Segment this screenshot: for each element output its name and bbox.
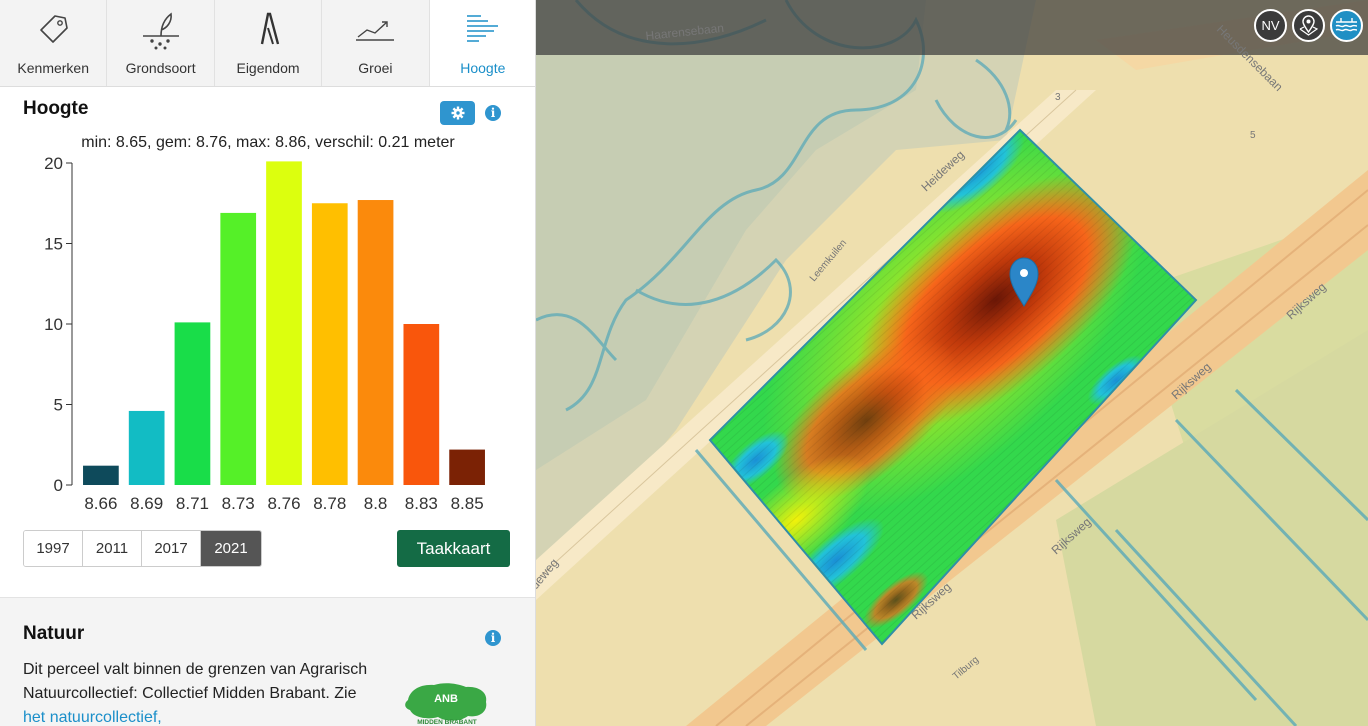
section-title-hoogte: Hoogte: [23, 98, 89, 119]
histogram-bar[interactable]: [83, 465, 119, 485]
map-canvas: Haarensebaan Heusdensebaan Heideweg Leem…: [536, 0, 1368, 726]
tab-label: Kenmerken: [17, 60, 89, 76]
elevation-icon: [466, 15, 498, 42]
histogram-bar[interactable]: [311, 203, 348, 485]
anb-logo: ANB MIDDEN BRABANT: [405, 683, 487, 726]
x-tick-label: 8.83: [405, 494, 438, 513]
tab-groei[interactable]: Groei: [322, 0, 430, 86]
histogram-bar[interactable]: [357, 200, 394, 485]
year-selector: 1997 2011 2017 2021: [23, 530, 262, 567]
y-tick-label: 0: [54, 476, 63, 495]
map-view[interactable]: Haarensebaan Heusdensebaan Heideweg Leem…: [536, 0, 1368, 726]
water-layer-icon: [1335, 18, 1358, 32]
histogram-bar[interactable]: [266, 161, 302, 485]
x-tick-label: 8.69: [130, 494, 163, 513]
natuur-text: Dit perceel valt binnen de grenzen van A…: [23, 661, 368, 702]
natuurcollectief-link[interactable]: het natuurcollectief,: [23, 709, 162, 726]
tab-grondsoort[interactable]: Grondsoort: [107, 0, 215, 86]
x-tick-label: 8.76: [267, 494, 300, 513]
ownership-icon: [260, 12, 280, 45]
tab-label: Eigendom: [236, 60, 300, 76]
growth-chart-icon: [356, 21, 395, 41]
x-tick-label: 8.85: [451, 494, 484, 513]
tab-eigendom[interactable]: Eigendom: [215, 0, 323, 86]
gear-icon: [451, 106, 464, 120]
tab-hoogte[interactable]: Hoogte: [429, 0, 535, 86]
tag-icon: [40, 15, 69, 43]
y-tick-label: 15: [44, 235, 63, 254]
histogram-bar[interactable]: [403, 324, 440, 485]
anb-logo-text: ANB: [434, 693, 458, 705]
year-button-1997[interactable]: 1997: [24, 531, 83, 566]
height-stats: min: 8.65, gem: 8.76, max: 8.86, verschi…: [81, 134, 455, 151]
x-tick-label: 8.78: [313, 494, 346, 513]
y-tick-label: 5: [54, 396, 63, 415]
house-number: 5: [1250, 130, 1256, 141]
histogram-bar[interactable]: [174, 322, 211, 485]
height-histogram: 0 5 10 15 20 8.66 8.69 8.71 8.73 8.76 8.78 8.8 8.83 8…: [44, 155, 485, 513]
x-tick-label: 8.8: [364, 494, 388, 513]
sidebar: Kenmerken Grondsoort Eigendom Groei Hoog…: [0, 0, 536, 726]
section-title-natuur: Natuur: [23, 623, 85, 644]
x-tick-label: 8.71: [176, 494, 209, 513]
tab-bar: Kenmerken Grondsoort Eigendom Groei Hoog…: [0, 0, 535, 87]
y-tick-label: 10: [44, 315, 63, 334]
water-layer-button[interactable]: [1330, 9, 1363, 42]
x-tick-label: 8.73: [222, 494, 255, 513]
year-button-2021[interactable]: 2021: [201, 531, 261, 566]
histogram-bar[interactable]: [128, 410, 165, 485]
year-button-2011[interactable]: 2011: [83, 531, 142, 566]
location-button[interactable]: [1292, 9, 1325, 42]
tab-kenmerken[interactable]: Kenmerken: [0, 0, 108, 86]
house-number: 3: [1055, 92, 1061, 103]
natuur-description: Dit perceel valt binnen de grenzen van A…: [23, 658, 383, 726]
year-button-2017[interactable]: 2017: [142, 531, 201, 566]
x-tick-label: 8.66: [84, 494, 117, 513]
settings-button[interactable]: [440, 101, 475, 125]
nv-button[interactable]: NV: [1254, 9, 1287, 42]
tab-label: Groei: [358, 60, 393, 76]
tab-label: Hoogte: [460, 60, 506, 76]
sprout-icon: [142, 12, 179, 50]
histogram-bar[interactable]: [220, 212, 257, 485]
anb-logo-subtext: MIDDEN BRABANT: [417, 719, 477, 726]
natuur-info-icon[interactable]: i: [485, 630, 501, 646]
y-tick-label: 20: [44, 155, 63, 173]
histogram-bar[interactable]: [449, 449, 485, 485]
nv-label: NV: [1261, 18, 1280, 33]
tab-label: Grondsoort: [125, 60, 196, 76]
taakkaart-button[interactable]: Taakkaart: [397, 530, 510, 567]
info-icon[interactable]: i: [485, 105, 501, 121]
map-pin-icon: [1299, 15, 1319, 36]
